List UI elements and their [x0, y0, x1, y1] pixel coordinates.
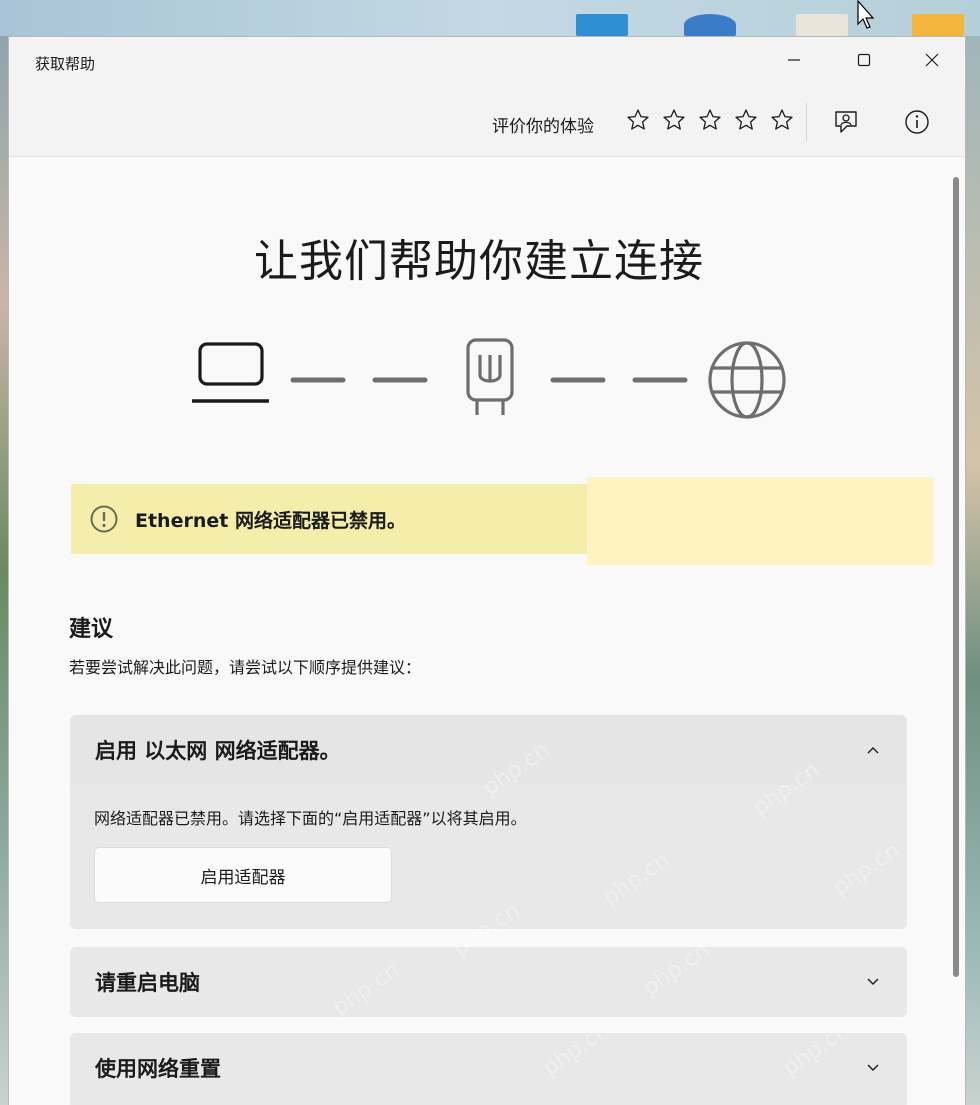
feedback-button[interactable] [830, 107, 862, 137]
minimize-button[interactable] [771, 43, 817, 77]
chevron-up-icon [867, 747, 879, 754]
info-button[interactable] [901, 107, 933, 137]
card-header-network-reset[interactable]: 使用网络重置 [70, 1033, 907, 1103]
card-header-restart[interactable]: 请重启电脑 [70, 947, 907, 1017]
close-icon [925, 53, 939, 67]
globe-icon [708, 341, 786, 419]
suggestion-card-restart[interactable]: 请重启电脑 [70, 947, 907, 1017]
card-title: 使用网络重置 [95, 1057, 221, 1081]
star-5[interactable] [769, 107, 795, 133]
star-3[interactable] [697, 107, 723, 133]
enable-adapter-button[interactable]: 启用适配器 [94, 847, 392, 903]
info-icon [905, 110, 929, 134]
suggestion-card-enable-adapter: 启用 以太网 网络适配器。 网络适配器已禁用。请选择下面的“启用适配器”以将其启… [70, 715, 907, 929]
desktop-icon-network[interactable] [684, 14, 736, 36]
card-header-enable-adapter[interactable]: 启用 以太网 网络适配器。 [70, 715, 907, 785]
card-description: 网络适配器已禁用。请选择下面的“启用适配器”以将其启用。 [94, 809, 527, 828]
mouse-cursor-icon [857, 0, 875, 29]
toolbar: 评价你的体验 [9, 87, 965, 157]
alert-banner: Ethernet 网络适配器已禁用。 [71, 484, 587, 554]
page-title: 让我们帮助你建立连接 [254, 236, 704, 287]
card-body: 网络适配器已禁用。请选择下面的“启用适配器”以将其启用。 启用适配器 [70, 785, 907, 903]
rating-stars [625, 107, 795, 133]
star-icon [771, 109, 793, 130]
connection-diagram [192, 338, 786, 419]
star-1[interactable] [625, 107, 651, 133]
chevron-down-icon [867, 978, 879, 985]
desktop-icon-monitor[interactable] [576, 14, 628, 36]
desktop-icon-folder[interactable] [912, 14, 964, 36]
desktop-icon-chart[interactable] [796, 14, 848, 36]
desktop-wallpaper-left [0, 36, 8, 1105]
main-content: 让我们帮助你建立连接 Ethernet 网络适配器已禁用。 建议 若要尝试解决此… [9, 157, 949, 1105]
desktop-wallpaper-right [966, 36, 980, 1105]
card-title: 请重启电脑 [95, 971, 200, 995]
suggestions-subtitle: 若要尝试解决此问题，请尝试以下顺序提供建议： [69, 658, 422, 677]
suggestions-heading: 建议 [69, 617, 114, 642]
maximize-icon [857, 53, 871, 67]
scrollbar[interactable] [953, 177, 959, 977]
star-icon [663, 109, 685, 130]
star-icon [735, 109, 757, 130]
get-help-window: 获取帮助 评价你的体验 让我们帮助你建立连接 Ethernet 网络适配器已禁用… [8, 36, 966, 1105]
star-icon [699, 109, 721, 130]
title-bar: 获取帮助 [9, 37, 965, 87]
suggestion-card-network-reset[interactable]: 使用网络重置 [70, 1033, 907, 1105]
maximize-button[interactable] [841, 43, 887, 77]
toolbar-divider [806, 103, 807, 141]
window-title: 获取帮助 [35, 55, 96, 73]
chevron-down-icon [867, 1064, 879, 1071]
ethernet-plug-icon [466, 338, 514, 415]
feedback-icon [835, 111, 857, 133]
rating-label: 评价你的体验 [492, 117, 594, 137]
laptop-icon [192, 342, 269, 403]
card-title: 启用 以太网 网络适配器。 [95, 739, 341, 763]
star-4[interactable] [733, 107, 759, 133]
warning-circle-icon [90, 505, 118, 533]
minimize-icon [788, 59, 800, 61]
alert-highlight [587, 477, 933, 565]
star-icon [627, 109, 649, 130]
alert-text: Ethernet 网络适配器已禁用。 [135, 509, 406, 532]
close-button[interactable] [909, 43, 955, 77]
star-2[interactable] [661, 107, 687, 133]
